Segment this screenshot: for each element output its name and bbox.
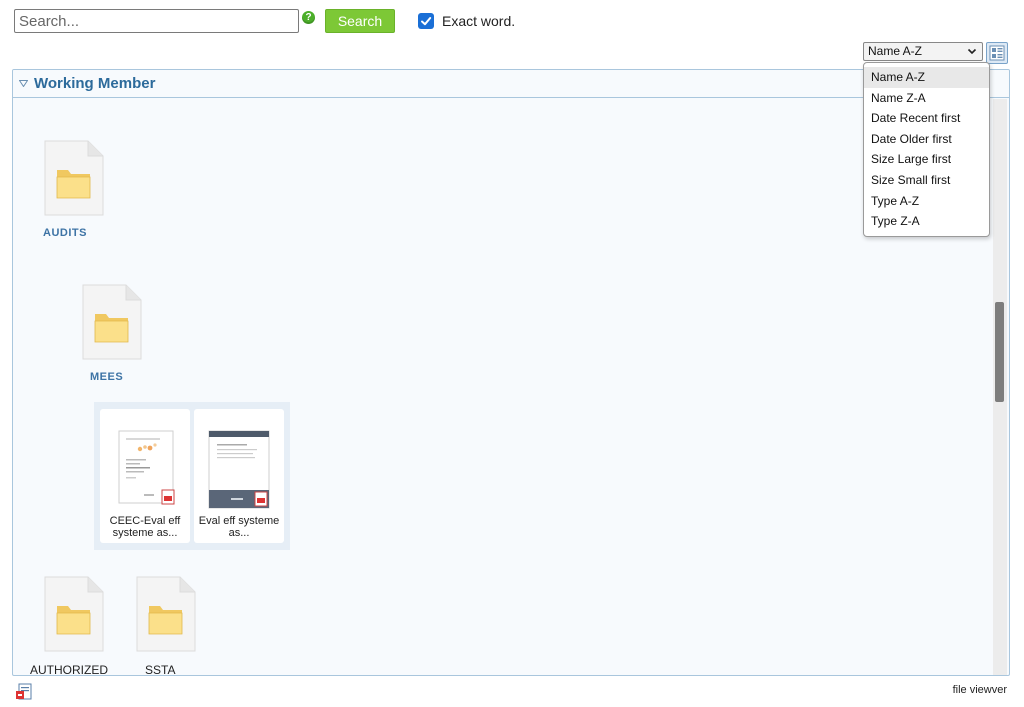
help-icon[interactable]: ? — [302, 11, 315, 24]
sort-option-date-recent[interactable]: Date Recent first — [864, 108, 989, 129]
file-viewer-icon[interactable] — [15, 683, 33, 701]
file-name: CEEC-Eval eff systeme as... — [109, 515, 181, 539]
file-group: CEEC-Eval eff systeme as... Eval eff sys… — [94, 402, 290, 550]
folder-icon — [44, 140, 104, 216]
sort-selected-value: Name A-Z — [868, 44, 923, 58]
exact-word-label: Exact word. — [442, 13, 516, 29]
sort-option-type-z-a[interactable]: Type Z-A — [864, 211, 989, 232]
sort-option-type-a-z[interactable]: Type A-Z — [864, 191, 989, 212]
chevron-down-icon — [967, 48, 977, 55]
folder-label: MEES — [90, 371, 124, 383]
panel-title: Working Member — [34, 75, 156, 92]
sort-option-size-small[interactable]: Size Small first — [864, 170, 989, 191]
sort-option-name-z-a[interactable]: Name Z-A — [864, 88, 989, 109]
check-icon — [421, 17, 432, 26]
search-input[interactable] — [14, 9, 299, 33]
exact-word-option[interactable]: Exact word. — [418, 12, 515, 30]
search-button[interactable]: Search — [325, 9, 395, 33]
pdf-thumbnail-icon — [118, 430, 175, 505]
panel-header[interactable]: Working Member — [13, 70, 1009, 98]
pdf-thumbnail-icon — [208, 430, 270, 509]
sort-option-name-a-z[interactable]: Name A-Z — [864, 67, 989, 88]
folder-item-ssta[interactable]: SSTA — [123, 570, 203, 676]
exact-word-checkbox[interactable] — [418, 13, 434, 29]
collapse-triangle-icon[interactable] — [19, 80, 28, 87]
working-member-panel: Working Member AUDITS MEES CEEC-Eval eff… — [12, 69, 1010, 676]
folder-item-authorized[interactable]: AUTHORIZED — [27, 570, 108, 676]
file-item[interactable]: Eval eff systeme as... — [194, 409, 284, 543]
details-view-icon — [989, 45, 1005, 61]
scrollbar-thumb[interactable] — [995, 302, 1004, 402]
view-toggle-button[interactable] — [986, 42, 1008, 64]
sort-dropdown-menu: Name A-Z Name Z-A Date Recent first Date… — [863, 62, 990, 237]
file-item[interactable]: CEEC-Eval eff systeme as... — [100, 409, 190, 543]
folder-label: AUTHORIZED — [30, 663, 108, 676]
folder-icon — [136, 576, 196, 652]
folder-icon — [82, 284, 142, 360]
sort-option-size-large[interactable]: Size Large first — [864, 149, 989, 170]
file-name: Eval eff systeme as... — [198, 515, 280, 539]
folder-label: SSTA — [145, 663, 176, 676]
folder-item-audits[interactable]: AUDITS — [33, 135, 104, 250]
folder-icon — [44, 576, 104, 652]
folder-label: AUDITS — [43, 227, 87, 239]
sort-select[interactable]: Name A-Z — [863, 42, 983, 61]
folder-item-mees[interactable]: MEES — [63, 278, 153, 393]
sort-option-date-older[interactable]: Date Older first — [864, 129, 989, 150]
footer-label: file viewver — [952, 684, 1007, 696]
